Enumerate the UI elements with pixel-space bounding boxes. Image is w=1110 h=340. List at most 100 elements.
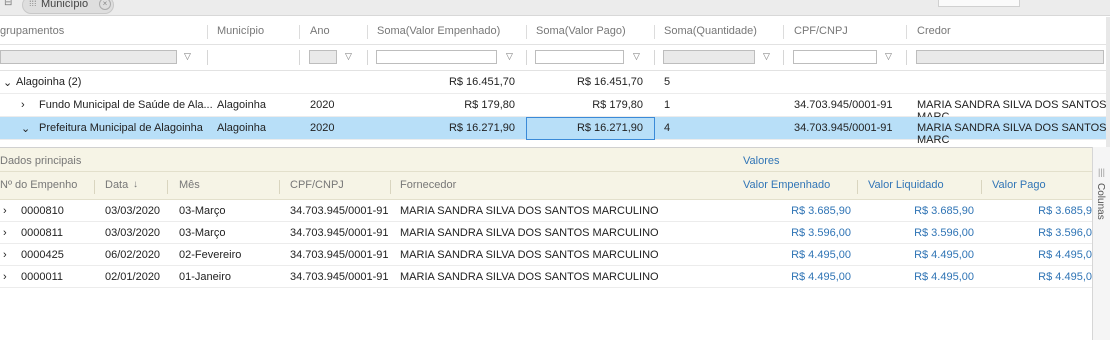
cell-data: 02/01/2020 xyxy=(105,271,161,283)
group-empenhado: R$ 16.451,70 xyxy=(448,76,515,88)
header-soma-pago[interactable]: Soma(Valor Pago) xyxy=(536,25,626,37)
chevron-right-icon[interactable]: › xyxy=(3,227,7,239)
detail-group-header: Dados principais Valores xyxy=(0,148,1092,172)
header-fornecedor[interactable]: Fornecedor xyxy=(400,179,456,191)
group-pago: R$ 16.451,70 xyxy=(576,76,643,88)
chevron-right-icon[interactable]: › xyxy=(3,271,7,283)
header-mes[interactable]: Mês xyxy=(179,179,200,191)
cell-data: 03/03/2020 xyxy=(105,205,161,217)
top-toolbar: ⊟ ⁞⁞⁞ Município × xyxy=(0,0,1110,16)
detail-row[interactable]: › 0000011 02/01/2020 01-Janeiro 34.703.9… xyxy=(0,266,1092,288)
columns-side-panel[interactable]: ||| Colunas xyxy=(1092,147,1110,340)
detail-row[interactable]: › 0000811 03/03/2020 03-Março 34.703.945… xyxy=(0,222,1092,244)
header-cpf[interactable]: CPF/CNPJ xyxy=(290,179,344,191)
filter-icon[interactable]: ▽ xyxy=(633,51,640,62)
columns-label[interactable]: Colunas xyxy=(1095,183,1106,220)
row-empenhado: R$ 179,80 xyxy=(464,99,515,111)
cell-fornecedor: MARIA SANDRA SILVA DOS SANTOS MARCULINO xyxy=(400,205,659,217)
group-values-label: Valores xyxy=(743,155,780,167)
group-row[interactable]: ⌄ Alagoinha (2) R$ 16.451,70 R$ 16.451,7… xyxy=(0,71,1110,94)
filter-icon[interactable]: ▽ xyxy=(763,51,770,62)
cell-valor-empenhado: R$ 3.685,90 xyxy=(791,205,851,217)
row-cpf: 34.703.945/0001-91 xyxy=(794,99,893,111)
group-main-label: Dados principais xyxy=(0,155,82,167)
filter-empenhado-input[interactable] xyxy=(376,50,497,64)
group-label: Alagoinha (2) xyxy=(16,76,82,88)
filter-pago-input[interactable] xyxy=(535,50,624,64)
collapse-all-icon[interactable]: ⊟ xyxy=(4,0,12,8)
table-row[interactable]: › Fundo Municipal de Saúde de Ala... Ala… xyxy=(0,94,1110,123)
filter-credor-input[interactable] xyxy=(916,50,1104,64)
detail-row[interactable]: › 0000425 06/02/2020 02-Fevereiro 34.703… xyxy=(0,244,1092,266)
row-pago: R$ 16.271,90 xyxy=(576,122,643,134)
filter-icon[interactable]: ▽ xyxy=(345,51,352,62)
row-ano: 2020 xyxy=(310,122,335,134)
cell-valor-pago: R$ 4.495,0 xyxy=(1038,249,1092,261)
chevron-down-icon[interactable]: ⌄ xyxy=(3,76,12,89)
filter-quantidade-input[interactable] xyxy=(663,50,755,64)
row-ano: 2020 xyxy=(310,99,335,111)
row-quantidade: 4 xyxy=(664,122,671,134)
cell-valor-empenhado: R$ 3.596,00 xyxy=(791,227,851,239)
cell-empenho: 0000810 xyxy=(21,205,64,217)
chevron-right-icon[interactable]: › xyxy=(3,205,7,217)
toolbar-tab[interactable] xyxy=(938,0,1020,7)
chevron-down-icon[interactable]: ⌄ xyxy=(21,122,30,135)
cell-valor-liquidado: R$ 4.495,00 xyxy=(914,271,974,283)
cell-empenho: 0000811 xyxy=(21,227,64,239)
row-name: Prefeitura Municipal de Alagoinha xyxy=(39,122,203,134)
filter-icon[interactable]: ▽ xyxy=(506,51,513,62)
cell-valor-liquidado: R$ 3.685,90 xyxy=(914,205,974,217)
header-groups[interactable]: grupamentos xyxy=(0,25,64,37)
row-municipio: Alagoinha xyxy=(217,99,266,111)
cell-valor-liquidado: R$ 4.495,00 xyxy=(914,249,974,261)
header-valor-empenhado[interactable]: Valor Empenhado xyxy=(743,179,830,191)
header-empenho[interactable]: Nº do Empenho xyxy=(0,179,77,191)
header-cpf[interactable]: CPF/CNPJ xyxy=(794,25,848,37)
cell-cpf: 34.703.945/0001-91 xyxy=(290,227,389,239)
chevron-right-icon[interactable]: › xyxy=(21,99,25,111)
row-quantidade: 1 xyxy=(664,99,671,111)
table-row-selected[interactable]: ⌄ Prefeitura Municipal de Alagoinha Alag… xyxy=(0,117,1110,146)
cell-mes: 02-Fevereiro xyxy=(179,249,242,261)
cell-valor-empenhado: R$ 4.495,00 xyxy=(791,271,851,283)
group-chip-municipio[interactable]: ⁞⁞⁞ Município × xyxy=(22,0,114,14)
drag-grip-icon[interactable]: ⁞⁞⁞ xyxy=(29,0,37,8)
header-valor-pago[interactable]: Valor Pago xyxy=(992,179,1046,191)
cell-empenho: 0000425 xyxy=(21,249,64,261)
remove-group-icon[interactable]: × xyxy=(99,0,111,10)
row-municipio: Alagoinha xyxy=(217,122,266,134)
detail-row[interactable]: › 0000810 03/03/2020 03-Março 34.703.945… xyxy=(0,200,1092,222)
filter-icon[interactable]: ▽ xyxy=(885,51,892,62)
grid-header: grupamentos Município Ano Soma(Valor Emp… xyxy=(0,17,1110,45)
filter-ano-input[interactable] xyxy=(309,50,337,64)
sort-arrow-icon[interactable]: ↓ xyxy=(133,179,138,190)
header-data[interactable]: Data xyxy=(105,179,128,191)
detail-column-header: Nº do Empenho Data ↓ Mês CPF/CNPJ Fornec… xyxy=(0,172,1092,200)
header-soma-quantidade[interactable]: Soma(Quantidade) xyxy=(664,25,757,37)
filter-row: ▽ ▽ ▽ ▽ ▽ ▽ xyxy=(0,45,1110,71)
filter-groups-input[interactable] xyxy=(0,50,177,64)
cell-mes: 03-Março xyxy=(179,227,226,239)
header-soma-empenhado[interactable]: Soma(Valor Empenhado) xyxy=(377,25,500,37)
chevron-right-icon[interactable]: › xyxy=(3,249,7,261)
row-credor: MARIA SANDRA SILVA DOS SANTOS MARC xyxy=(917,122,1107,146)
cell-data: 06/02/2020 xyxy=(105,249,161,261)
header-valor-liquidado[interactable]: Valor Liquidado xyxy=(868,179,944,191)
cell-valor-liquidado: R$ 3.596,00 xyxy=(914,227,974,239)
row-cpf: 34.703.945/0001-91 xyxy=(794,122,893,134)
cell-valor-pago: R$ 4.495,0 xyxy=(1038,271,1092,283)
row-pago: R$ 179,80 xyxy=(592,99,643,111)
header-municipio[interactable]: Município xyxy=(217,25,264,37)
filter-cpf-input[interactable] xyxy=(793,50,877,64)
header-credor[interactable]: Credor xyxy=(917,25,951,37)
cell-fornecedor: MARIA SANDRA SILVA DOS SANTOS MARCULINO xyxy=(400,227,659,239)
filter-icon[interactable]: ▽ xyxy=(184,51,191,62)
columns-icon[interactable]: ||| xyxy=(1098,167,1105,177)
header-ano[interactable]: Ano xyxy=(310,25,330,37)
row-empenhado: R$ 16.271,90 xyxy=(448,122,515,134)
vertical-scrollbar[interactable] xyxy=(1106,17,1110,147)
cell-cpf: 34.703.945/0001-91 xyxy=(290,249,389,261)
group-quantidade: 5 xyxy=(664,76,671,88)
cell-fornecedor: MARIA SANDRA SILVA DOS SANTOS MARCULINO xyxy=(400,249,659,261)
